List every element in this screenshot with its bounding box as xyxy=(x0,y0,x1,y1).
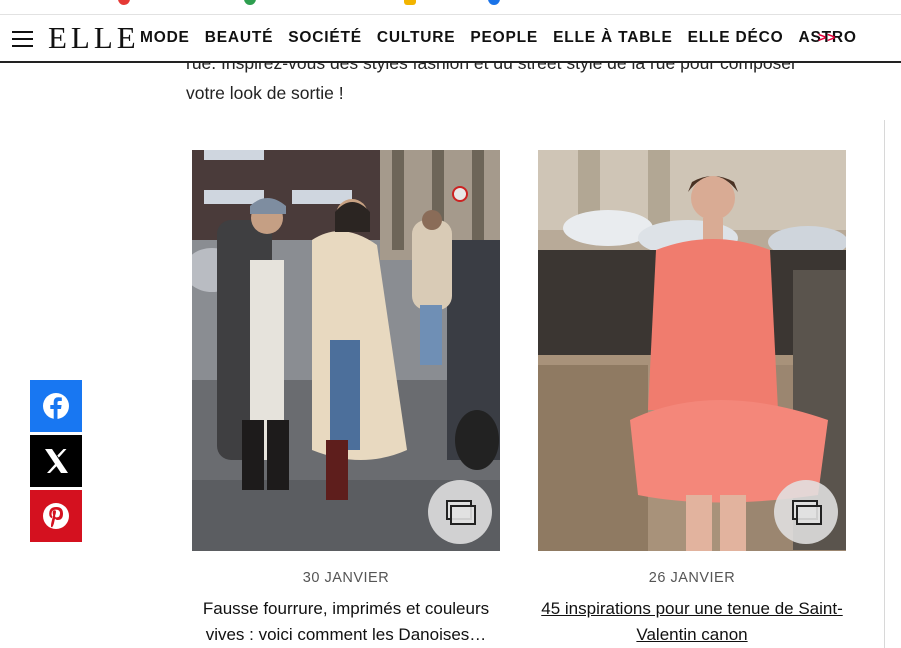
site-logo[interactable]: ELLE xyxy=(48,21,140,55)
gallery-icon[interactable] xyxy=(428,480,492,544)
main-nav: MODE BEAUTÉ SOCIÉTÉ CULTURE PEOPLE ELLE … xyxy=(140,29,872,47)
card-date: 30 JANVIER xyxy=(302,570,390,586)
nav-item-beaute[interactable]: BEAUTÉ xyxy=(205,29,274,47)
nav-more-button[interactable]: >> xyxy=(818,29,836,45)
nav-item-people[interactable]: PEOPLE xyxy=(470,29,538,47)
menu-icon[interactable] xyxy=(12,31,33,47)
x-share-button[interactable] xyxy=(30,435,82,487)
partial-icon xyxy=(118,0,130,5)
card-title-link[interactable]: Fausse fourrure, imprimés et couleurs vi… xyxy=(190,596,502,648)
pinterest-share-button[interactable] xyxy=(30,490,82,542)
intro-line: votre look de sortie ! xyxy=(186,83,344,103)
nav-item-elle-a-table[interactable]: ELLE À TABLE xyxy=(553,29,673,47)
nav-item-societe[interactable]: SOCIÉTÉ xyxy=(288,29,362,47)
partial-icon xyxy=(244,0,256,5)
site-header: ELLE MODE BEAUTÉ SOCIÉTÉ CULTURE PEOPLE … xyxy=(0,15,901,63)
facebook-icon xyxy=(43,393,69,420)
browser-top-strip xyxy=(0,0,901,15)
x-logo-icon xyxy=(45,449,68,473)
pinterest-icon xyxy=(43,503,69,529)
right-panel-edge xyxy=(884,120,901,648)
nav-item-culture[interactable]: CULTURE xyxy=(377,29,456,47)
facebook-share-button[interactable] xyxy=(30,380,82,432)
nav-item-mode[interactable]: MODE xyxy=(140,29,190,47)
card-title-link[interactable]: 45 inspirations pour une tenue de Saint-… xyxy=(536,596,848,648)
gallery-icon[interactable] xyxy=(774,480,838,544)
card-image-valentine[interactable] xyxy=(538,150,846,551)
nav-item-elle-deco[interactable]: ELLE DÉCO xyxy=(688,29,784,47)
partial-icon xyxy=(404,0,416,5)
partial-icon xyxy=(488,0,500,5)
card-date: 26 JANVIER xyxy=(648,570,736,586)
card-image-street-style[interactable] xyxy=(192,150,500,551)
